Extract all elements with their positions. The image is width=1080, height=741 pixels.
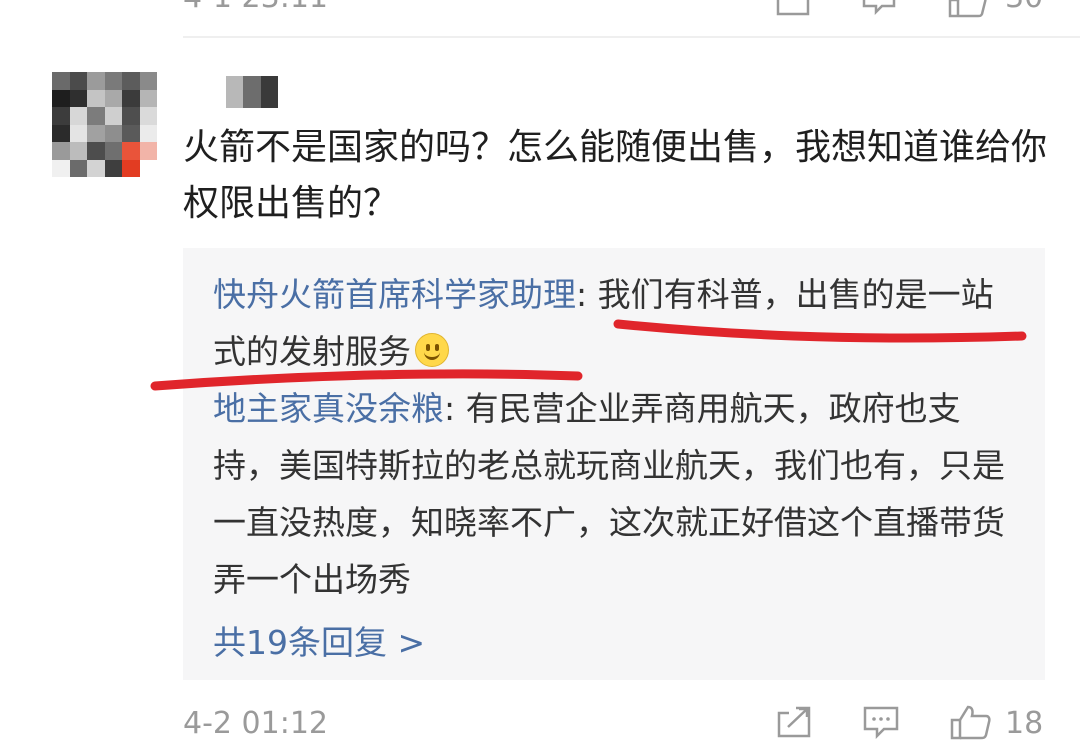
- replies-box: 快舟火箭首席科学家助理: 我们有科普，出售的是一站式的发射服务 地主家真没余粮:…: [183, 248, 1045, 680]
- previous-like-count: 30: [1005, 0, 1043, 15]
- username-blurred[interactable]: [226, 76, 278, 108]
- reply-username[interactable]: 地主家真没余粮: [213, 389, 444, 428]
- comment-icon[interactable]: [862, 0, 896, 16]
- share-icon[interactable]: [776, 705, 812, 739]
- avatar[interactable]: [52, 72, 157, 177]
- reply-username[interactable]: 快舟火箭首席科学家助理: [213, 275, 576, 314]
- reply-item[interactable]: 快舟火箭首席科学家助理: 我们有科普，出售的是一站式的发射服务: [213, 266, 1023, 380]
- like-count: 18: [1005, 706, 1044, 741]
- share-icon[interactable]: [776, 0, 810, 16]
- comment-divider: [183, 36, 1080, 38]
- like-icon[interactable]: [950, 705, 992, 740]
- comment-text: 火箭不是国家的吗？怎么能随便出售，我想知道谁给你权限出售的？: [183, 127, 1048, 224]
- reply-separator: :: [576, 275, 598, 314]
- previous-comment-footer: 4-1 23:11 30: [0, 0, 1080, 36]
- previous-comment-time: 4-1 23:11: [183, 0, 328, 15]
- like-icon[interactable]: [948, 0, 988, 18]
- reply-separator: :: [444, 389, 466, 428]
- smile-emoji: [415, 333, 449, 367]
- comment-icon[interactable]: [862, 705, 900, 739]
- reply-item[interactable]: 地主家真没余粮: 有民营企业弄商用航天，政府也支持，美国特斯拉的老总就玩商业航天…: [213, 380, 1023, 608]
- more-replies-link[interactable]: 共19条回复 >: [213, 616, 425, 664]
- comment-time: 4-2 01:12: [183, 706, 328, 741]
